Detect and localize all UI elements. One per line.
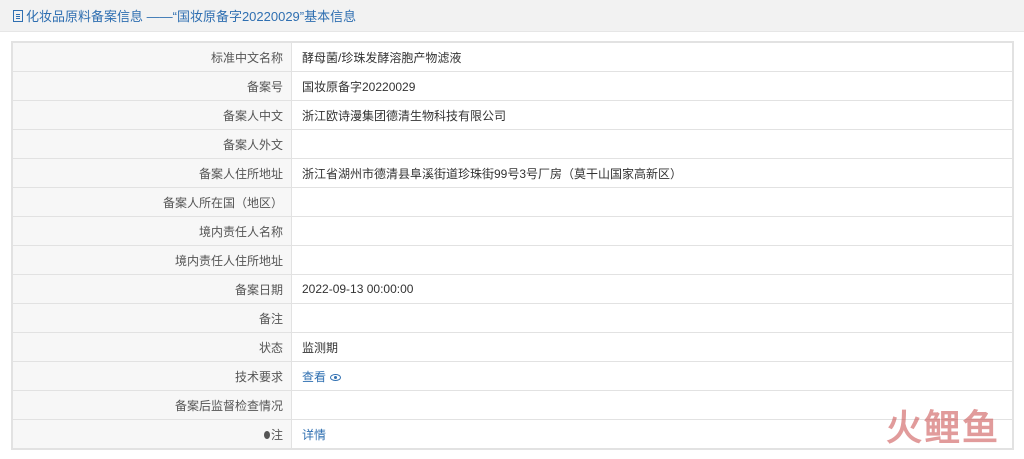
row-label-record-number: 备案号 (12, 71, 292, 101)
row-label-record-date: 备案日期 (12, 274, 292, 304)
row-value-domestic-agent-address (291, 245, 1013, 275)
row-label-domestic-agent-name: 境内责任人名称 (12, 216, 292, 246)
table-row: 备注 (12, 303, 1013, 333)
table-row: 备案后监督检查情况 (12, 390, 1013, 420)
table-row: 备案人中文 浙江欧诗漫集团德清生物科技有限公司 (12, 100, 1013, 130)
row-value-record-number: 国妆原备字20220029 (291, 71, 1013, 101)
pin-icon (263, 431, 270, 440)
info-table: 标准中文名称 酵母菌/珍珠发酵溶胞产物滤液 备案号 国妆原备字20220029 … (12, 42, 1013, 449)
row-value-filer-foreign (291, 129, 1013, 159)
row-label-filer-address: 备案人住所地址 (12, 158, 292, 188)
row-label-note: 注 (12, 419, 292, 449)
table-row: 境内责任人名称 (12, 216, 1013, 246)
table-row: 标准中文名称 酵母菌/珍珠发酵溶胞产物滤液 (12, 42, 1013, 72)
row-label-filer-chinese: 备案人中文 (12, 100, 292, 130)
view-tech-requirements-link[interactable]: 查看 (302, 370, 326, 384)
row-value-tech-requirements: 查看 (291, 361, 1013, 391)
row-label-remarks: 备注 (12, 303, 292, 333)
row-value-filer-country (291, 187, 1013, 217)
row-value-filer-address: 浙江省湖州市德清县阜溪街道珍珠街99号3号厂房（莫干山国家高新区） (291, 158, 1013, 188)
row-label-standard-name: 标准中文名称 (12, 42, 292, 72)
row-label-filer-foreign: 备案人外文 (12, 129, 292, 159)
table-row: 备案人住所地址 浙江省湖州市德清县阜溪街道珍珠街99号3号厂房（莫干山国家高新区… (12, 158, 1013, 188)
table-row: 注 详情 (12, 419, 1013, 449)
row-value-record-date: 2022-09-13 00:00:00 (291, 274, 1013, 304)
row-value-standard-name: 酵母菌/珍珠发酵溶胞产物滤液 (291, 42, 1013, 72)
note-label-text: 注 (270, 427, 283, 442)
table-row: 境内责任人住所地址 (12, 245, 1013, 275)
document-icon (13, 9, 23, 22)
table-row: 技术要求 查看 (12, 361, 1013, 391)
row-value-status: 监测期 (291, 332, 1013, 362)
table-row: 备案日期 2022-09-13 00:00:00 (12, 274, 1013, 304)
eye-icon[interactable] (330, 373, 342, 381)
row-label-domestic-agent-address: 境内责任人住所地址 (12, 245, 292, 275)
table-row: 备案号 国妆原备字20220029 (12, 71, 1013, 101)
row-value-remarks (291, 303, 1013, 333)
watermark-logo: 火鲤鱼 (885, 408, 1000, 449)
row-label-post-filing-inspection: 备案后监督检查情况 (12, 390, 292, 420)
table-row: 备案人所在国（地区） (12, 187, 1013, 217)
row-label-filer-country: 备案人所在国（地区） (12, 187, 292, 217)
info-panel: 标准中文名称 酵母菌/珍珠发酵溶胞产物滤液 备案号 国妆原备字20220029 … (11, 41, 1014, 450)
row-label-tech-requirements: 技术要求 (12, 361, 292, 391)
row-label-status: 状态 (12, 332, 292, 362)
table-row: 备案人外文 (12, 129, 1013, 159)
page-header: 化妆品原料备案信息 ——“国妆原备字20220029”基本信息 (0, 0, 1024, 32)
table-row: 状态 监测期 (12, 332, 1013, 362)
row-value-filer-chinese: 浙江欧诗漫集团德清生物科技有限公司 (291, 100, 1013, 130)
page-title: 化妆品原料备案信息 ——“国妆原备字20220029”基本信息 (26, 9, 357, 24)
details-link[interactable]: 详情 (302, 428, 326, 442)
row-value-domestic-agent-name (291, 216, 1013, 246)
